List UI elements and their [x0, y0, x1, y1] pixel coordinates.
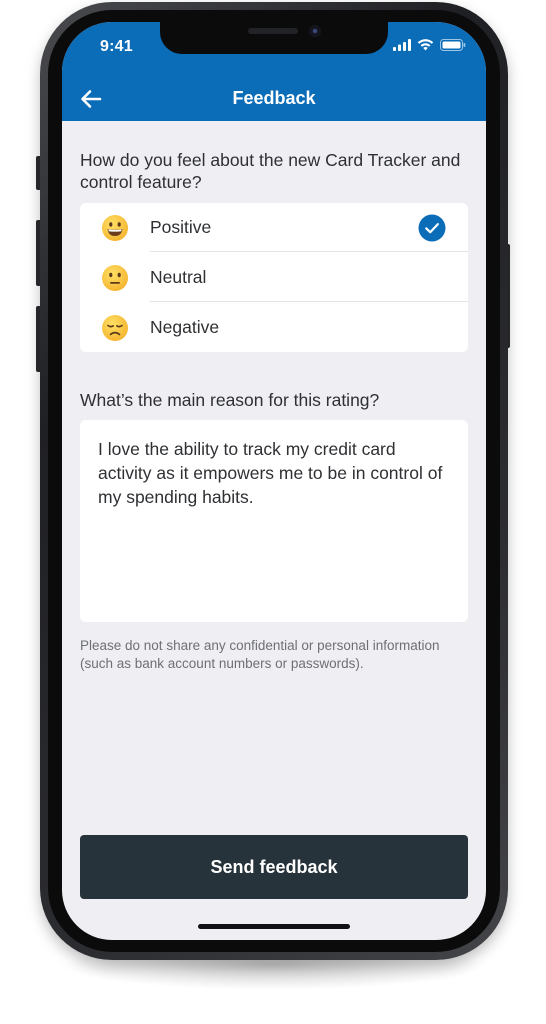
- speaker-grille: [248, 28, 298, 34]
- disappointed-face-icon: [102, 315, 128, 341]
- option-label: Positive: [150, 217, 212, 237]
- app-header: 9:41 Feedback: [62, 22, 486, 121]
- battery-icon: [440, 39, 466, 51]
- device-mockup: 9:41 Feedback How do you feel about the …: [0, 0, 546, 1024]
- neutral-face-icon: [102, 265, 128, 291]
- rating-question: How do you feel about the new Card Track…: [80, 150, 461, 192]
- status-icons: [393, 39, 466, 51]
- send-feedback-button[interactable]: Send feedback: [80, 835, 468, 899]
- option-positive[interactable]: Positive: [80, 203, 468, 252]
- grinning-face-icon: [102, 215, 128, 241]
- status-time: 9:41: [100, 38, 133, 55]
- option-divider: [150, 251, 468, 252]
- front-camera: [309, 25, 321, 37]
- reason-textarea[interactable]: I love the ability to track my credit ca…: [80, 420, 468, 622]
- option-negative[interactable]: Negative: [80, 303, 468, 352]
- option-divider: [150, 301, 468, 302]
- rating-options: Positive Neutral Negative: [80, 203, 468, 352]
- wifi-icon: [417, 39, 434, 51]
- checkmark-circle-icon: [418, 214, 446, 242]
- reason-question: What’s the main reason for this rating?: [80, 390, 380, 410]
- privacy-disclaimer: Please do not share any confidential or …: [80, 638, 440, 671]
- option-label: Neutral: [150, 267, 207, 287]
- signal-icon: [393, 39, 411, 51]
- home-indicator[interactable]: [198, 924, 350, 929]
- page-title: Feedback: [232, 88, 316, 108]
- option-label: Negative: [150, 317, 220, 337]
- notch: [160, 22, 388, 54]
- option-neutral[interactable]: Neutral: [80, 253, 468, 302]
- app-screen: 9:41 Feedback How do you feel about the …: [62, 22, 486, 940]
